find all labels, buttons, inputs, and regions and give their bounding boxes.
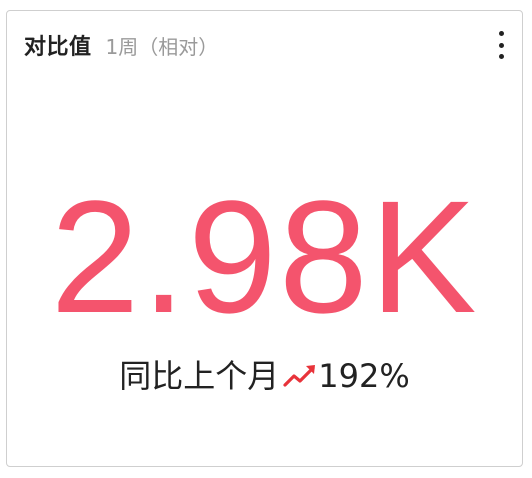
change-percent: 192%: [318, 357, 410, 395]
comparison-label: 同比上个月: [119, 357, 280, 395]
metric-card: 对比值 1周（相对） 2.98K 同比上个月 192%: [6, 10, 523, 467]
card-header: 对比值 1周（相对）: [24, 29, 510, 63]
trend-up-icon: [283, 365, 316, 387]
card-subtitle: 1周（相对）: [105, 35, 219, 59]
more-options-icon[interactable]: [492, 31, 510, 59]
metric-value: 2.98K: [50, 167, 479, 346]
card-title: 对比值: [24, 35, 92, 60]
comparison-row: 同比上个月 192%: [7, 356, 522, 396]
